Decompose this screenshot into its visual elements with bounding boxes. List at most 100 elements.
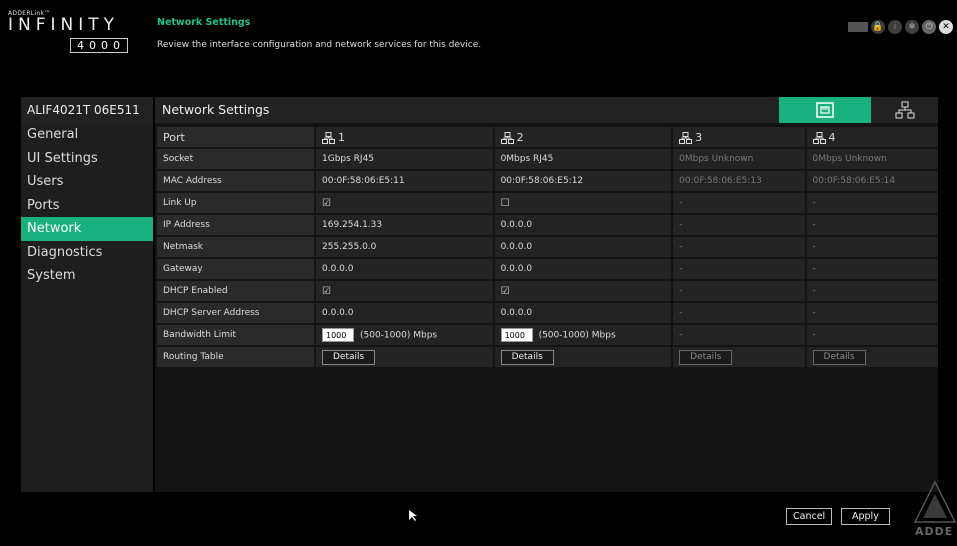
row-label: Link Up xyxy=(157,193,314,213)
port-header-2: 2 xyxy=(494,127,672,147)
table-row: Gateway 0.0.0.0 0.0.0.0- - xyxy=(157,259,938,279)
table-row-routing: Routing Table Details Details Details Detail… xyxy=(157,347,938,367)
sidebar-item-system[interactable]: System xyxy=(21,264,153,288)
table-cell: - xyxy=(673,193,805,213)
port-number: 4 xyxy=(828,130,836,144)
logo-name: INFINITY xyxy=(8,15,120,35)
table-cell: - xyxy=(806,303,938,323)
tab-interfaces[interactable] xyxy=(779,97,871,123)
network-icon xyxy=(895,101,914,119)
network-port-icon xyxy=(679,131,693,144)
close-icon[interactable]: ✕ xyxy=(939,20,953,34)
table-cell: - xyxy=(806,259,938,279)
mouse-pointer-icon xyxy=(409,510,417,521)
info-icon[interactable]: i xyxy=(888,20,902,34)
tab-network-topology[interactable] xyxy=(871,97,938,123)
row-label: Bandwidth Limit xyxy=(157,325,314,345)
table-cell: - xyxy=(806,237,938,257)
adder-logo: ADDERLink™ INFINITY 4000 xyxy=(8,10,140,53)
sidebar-item-ui-settings[interactable]: UI Settings xyxy=(21,147,153,171)
table-row: Netmask 255.255.0.0 0.0.0.0- - xyxy=(157,237,938,257)
adder-logo-corner: ADDE xyxy=(913,480,957,540)
content-header: Network Settings xyxy=(155,97,938,123)
table-cell: 0.0.0.0 xyxy=(494,215,672,235)
table-row: MAC Address 00:0F:58:06:E5:11 00:0F:58:06:… xyxy=(157,171,938,191)
table-row-port: Port 1 2 3 4 xyxy=(157,127,938,147)
lock-icon[interactable]: 🔒 xyxy=(871,20,885,34)
table-row: Link Up ☑ ☐ - - xyxy=(157,193,938,213)
table-cell: - xyxy=(806,215,938,235)
cancel-button[interactable]: Cancel xyxy=(786,508,833,525)
table-cell: 00:0F:58:06:E5:11 xyxy=(316,171,493,191)
bandwidth-input[interactable]: 1000 xyxy=(322,328,354,342)
row-label: Socket xyxy=(157,149,314,169)
adder-text: ADDE xyxy=(915,525,954,538)
table-cell: - xyxy=(673,303,805,323)
content-title: Network Settings xyxy=(162,102,270,117)
bandwidth-range: (500-1000) Mbps xyxy=(360,330,438,341)
table-row: IP Address 169.254.1.33 0.0.0.0- - xyxy=(157,215,938,235)
port-header-3: 3 xyxy=(673,127,805,147)
table-row: DHCP Server Address 0.0.0.0 0.0.0.0- - xyxy=(157,303,938,323)
port-number: 1 xyxy=(338,130,345,144)
table-cell: 0.0.0.0 xyxy=(494,303,672,323)
table-cell: - xyxy=(673,325,805,345)
network-port-icon xyxy=(812,131,826,144)
checkbox[interactable]: ☑ xyxy=(494,281,672,301)
table-cell: - xyxy=(806,193,938,213)
bandwidth-range: (500-1000) Mbps xyxy=(538,330,616,341)
details-button[interactable]: Details xyxy=(322,349,376,365)
row-label: DHCP Enabled xyxy=(157,281,314,301)
table-cell: - xyxy=(673,237,805,257)
table-cell: 0.0.0.0 xyxy=(316,259,493,279)
page-title: Network Settings xyxy=(157,17,251,28)
routing-cell: Details xyxy=(673,347,805,367)
table-cell: 00:0F:58:06:E5:12 xyxy=(494,171,672,191)
row-label: Netmask xyxy=(157,237,314,257)
top-toolbar: 🔒 i ✱ ⏻ ✕ xyxy=(848,20,953,34)
table-cell: 0.0.0.0 xyxy=(316,303,493,323)
sidebar-item-general[interactable]: General xyxy=(21,123,153,147)
routing-cell: Details xyxy=(316,347,493,367)
bandwidth-input[interactable]: 1000 xyxy=(500,328,533,342)
sidebar-item-network[interactable]: Network xyxy=(21,217,153,241)
port-number: 3 xyxy=(695,130,703,144)
sidebar-item-diagnostics[interactable]: Diagnostics xyxy=(21,241,153,265)
ethernet-port-icon xyxy=(816,102,834,118)
checkbox[interactable]: ☑ xyxy=(316,281,493,301)
table-cell: 0.0.0.0 xyxy=(494,259,672,279)
table-cell: 0Mbps Unknown xyxy=(673,149,805,169)
power-icon[interactable]: ⏻ xyxy=(922,20,936,34)
gear-icon[interactable]: ✱ xyxy=(905,20,919,34)
routing-cell: Details xyxy=(806,347,938,367)
table-cell: 1Gbps RJ45 xyxy=(316,149,493,169)
device-name: ALIF4021T 06E511 xyxy=(21,97,153,123)
table-cell: - xyxy=(806,281,938,301)
row-label: MAC Address xyxy=(157,171,314,191)
bandwidth-cell: 1000 (500-1000) Mbps xyxy=(316,325,493,345)
routing-cell: Details xyxy=(494,347,672,367)
network-settings-table: Port 1 2 3 4 Socket 1Gbps RJ45 0Mbps RJ45 0Mbps … xyxy=(155,125,940,369)
sidebar-item-ports[interactable]: Ports xyxy=(21,194,153,218)
page-description: Review the interface configuration and n… xyxy=(157,40,482,50)
table-cell: - xyxy=(673,259,805,279)
table-row: Socket 1Gbps RJ45 0Mbps RJ45 0Mbps Unknown 0… xyxy=(157,149,938,169)
checkbox[interactable]: ☑ xyxy=(316,193,493,213)
details-button[interactable]: Details xyxy=(500,349,554,365)
keyboard-icon[interactable] xyxy=(848,22,868,32)
table-cell: 0Mbps RJ45 xyxy=(494,149,672,169)
row-label: Routing Table xyxy=(157,347,314,367)
checkbox[interactable]: ☐ xyxy=(494,193,672,213)
apply-button[interactable]: Apply xyxy=(841,508,890,525)
row-label: IP Address xyxy=(157,215,314,235)
sidebar-item-users[interactable]: Users xyxy=(21,170,153,194)
network-port-icon xyxy=(500,131,514,144)
table-cell: - xyxy=(673,215,805,235)
sidebar: General UI Settings Users Ports Network … xyxy=(21,123,153,492)
row-label: Gateway xyxy=(157,259,314,279)
bandwidth-cell: 1000 (500-1000) Mbps xyxy=(494,325,672,345)
details-button[interactable]: Details xyxy=(679,349,733,365)
table-cell: - xyxy=(806,325,938,345)
adder-mountain-icon xyxy=(913,480,957,523)
details-button[interactable]: Details xyxy=(812,349,866,365)
